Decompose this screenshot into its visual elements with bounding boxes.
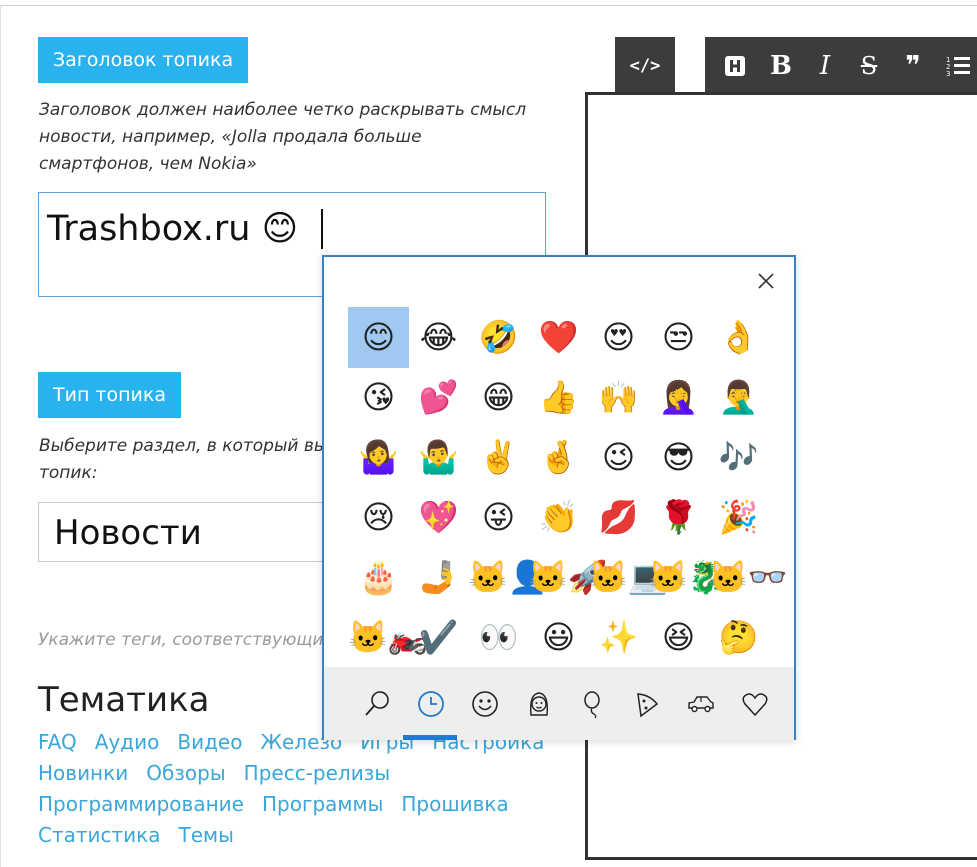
emoji-cell[interactable]: 🤷‍♀️ [348,427,409,488]
left-divider [0,5,1,867]
title-label: Заголовок топика [38,37,249,83]
tag-link[interactable]: Статистика [38,823,161,847]
heading-icon[interactable] [717,37,753,94]
source-toolbar: </> [615,37,675,94]
type-hint-line: топик: [39,463,98,483]
emoji-panel: 😊 😂 🤣 ❤️ 😍 😒 👌 😘 💕 😁 👍 🙌 🤦‍♀️ 🤦‍♂️ 🤷‍♀️ 🤷‍♂️ ✌️ 🤞 😉 😎 🎶 😢 💖 😜 👏 💋… [322,255,796,740]
celebration-balloon-icon[interactable] [566,667,619,740]
emoji-cell[interactable]: 🤣 [468,307,529,368]
emoji-cell[interactable]: 💕 [408,367,469,428]
transport-car-icon[interactable] [674,667,727,740]
emoji-cell[interactable]: 😁 [468,367,529,428]
tag-link[interactable]: Новинки [38,761,128,785]
emoji-cell[interactable]: 🐱‍💻 [588,547,668,608]
numbered-list-icon[interactable]: 123 [941,37,977,94]
emoji-cell[interactable]: ✌️ [468,427,529,488]
tag-row: Статистика Темы [38,820,252,850]
emoji-cell[interactable]: 😆 [648,607,709,668]
emoji-cell[interactable]: 🤦‍♀️ [648,367,709,428]
category-bar [324,667,794,740]
tag-link[interactable]: FAQ [38,730,77,754]
tag-link[interactable]: Аудио [95,730,160,754]
emoji-cell[interactable]: 😂 [408,307,469,368]
emoji-cell[interactable]: ❤️ [528,307,589,368]
emoji-cell[interactable]: 🌹 [648,487,709,548]
type-hint: Выберите раздел, в который вы топик: [39,433,329,487]
title-hint-line: смартфонов, чем Nokia» [39,154,257,174]
emoji-cell[interactable]: 😜 [468,487,529,548]
emoji-cell[interactable]: 👀 [468,607,529,668]
tag-row: Новинки Обзоры Пресс-релизы [38,758,408,788]
italic-icon[interactable]: I [807,37,843,94]
emoji-cell[interactable]: 😉 [588,427,649,488]
section-title: Тематика [38,680,210,720]
food-pizza-icon[interactable] [620,667,673,740]
recent-clock-icon[interactable] [404,667,457,740]
title-hint-line: Заголовок должен наиболее четко раскрыва… [39,100,527,120]
title-input-value: Trashbox.ru 😊 [47,209,299,249]
search-icon[interactable] [350,667,403,740]
emoji-cell[interactable]: 🙌 [588,367,649,428]
emoji-cell[interactable]: ✔️ [408,607,469,668]
svg-text:3: 3 [946,70,950,78]
tags-hint: Укажите теги, соответствующие [38,630,334,650]
emoji-cell[interactable]: 😎 [648,427,709,488]
top-divider [0,5,977,6]
tag-link[interactable]: Программы [262,792,383,816]
emoji-cell[interactable]: 🐱‍👤 [468,547,548,608]
tag-link[interactable]: Прошивка [401,792,508,816]
emoji-cell[interactable]: 🐱‍🏍 [348,607,428,668]
emoji-cell[interactable]: 👍 [528,367,589,428]
emoji-cell[interactable]: 🤦‍♂️ [708,367,769,428]
text-caret [321,209,323,249]
tag-link[interactable]: Видео [177,730,242,754]
tag-link[interactable]: Темы [179,823,234,847]
tag-link[interactable]: Обзоры [146,761,225,785]
type-select-value: Новости [54,513,202,553]
tag-link[interactable]: Пресс-релизы [244,761,390,785]
emoji-cell[interactable]: 🎉 [708,487,769,548]
emoji-cell[interactable]: 🤔 [708,607,769,668]
tag-link[interactable]: Программирование [38,792,244,816]
code-icon[interactable]: </> [615,37,675,94]
title-hint: Заголовок должен наиболее четко раскрыва… [39,97,559,178]
emoji-cell[interactable]: 😒 [648,307,709,368]
format-toolbar: B I S ❞ 123 [705,37,977,94]
close-icon[interactable] [752,267,780,295]
smiley-icon[interactable] [458,667,511,740]
emoji-cell[interactable]: 🎶 [708,427,769,488]
emoji-cell[interactable]: 😃 [528,607,589,668]
bold-icon[interactable]: B [763,37,799,94]
emoji-cell[interactable]: 🐱‍🐉 [648,547,728,608]
tag-row: Программирование Программы Прошивка [38,789,527,819]
emoji-cell[interactable]: 💋 [588,487,649,548]
title-hint-line: новости, например, «Jolla продала больше [39,127,422,147]
emoji-cell[interactable]: 😊 [348,307,409,368]
emoji-cell[interactable]: 😢 [348,487,409,548]
quote-icon[interactable]: ❞ [895,37,931,94]
emoji-cell[interactable]: 👏 [528,487,589,548]
emoji-cell[interactable]: 😍 [588,307,649,368]
type-label: Тип топика [38,372,181,418]
emoji-cell[interactable]: 💖 [408,487,469,548]
emoji-cell[interactable]: 👌 [708,307,769,368]
emoji-cell[interactable]: 🐱‍🚀 [528,547,608,608]
emoji-cell[interactable]: 🤳 [408,547,469,608]
type-hint-line: Выберите раздел, в который вы [39,436,328,456]
emoji-cell[interactable]: 🎂 [348,547,409,608]
active-category-indicator [403,735,457,740]
emoji-cell[interactable]: 😘 [348,367,409,428]
people-icon[interactable] [512,667,565,740]
emoji-cell[interactable]: 🤞 [528,427,589,488]
strikethrough-icon[interactable]: S [851,37,887,94]
emoji-cell[interactable]: 🤷‍♂️ [408,427,469,488]
emoji-cell[interactable]: 🐱‍👓 [708,547,788,608]
type-select[interactable]: Новости [38,502,338,562]
heart-symbols-icon[interactable] [728,667,781,740]
emoji-cell[interactable]: ✨ [588,607,649,668]
